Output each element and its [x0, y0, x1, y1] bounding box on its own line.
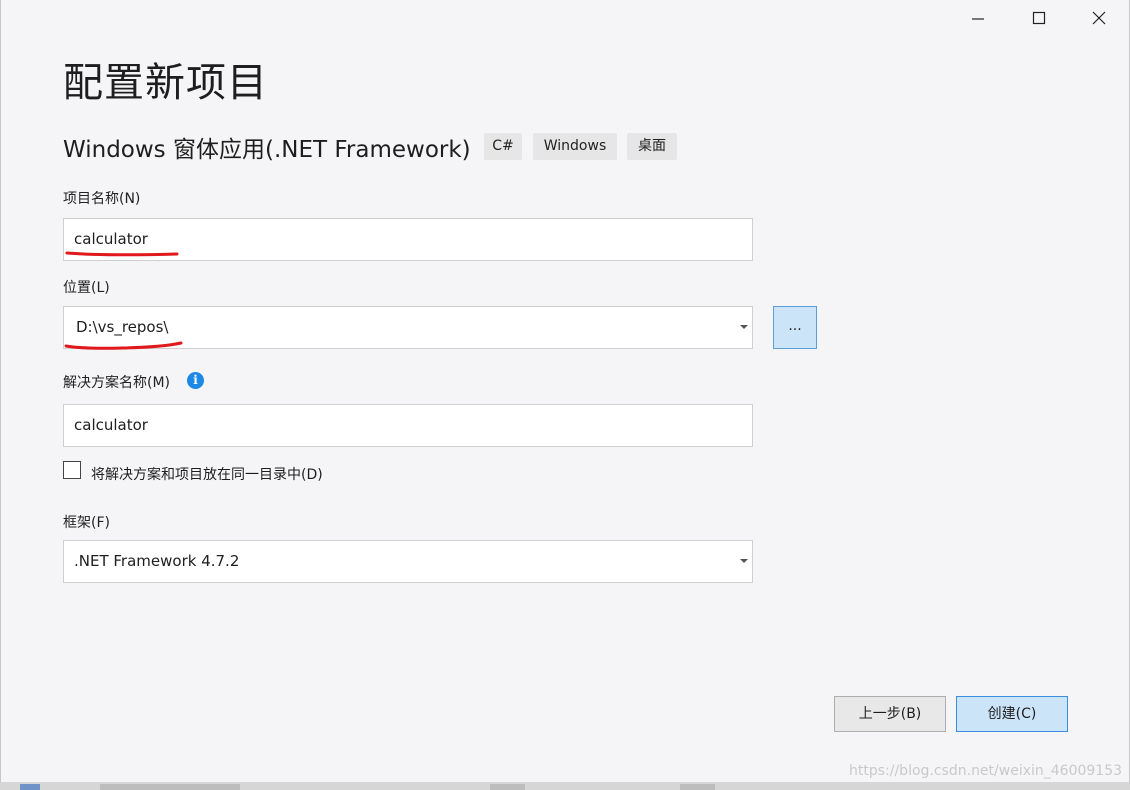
- project-name-value: calculator: [74, 230, 148, 248]
- chevron-down-icon[interactable]: [740, 559, 748, 563]
- same-dir-checkbox-label[interactable]: 将解决方案和项目放在同一目录中(D): [91, 464, 323, 484]
- project-name-input[interactable]: calculator: [63, 218, 753, 261]
- browse-button[interactable]: ...: [773, 306, 817, 349]
- solution-name-input[interactable]: calculator: [63, 404, 753, 447]
- close-icon: [1092, 11, 1106, 25]
- create-button[interactable]: 创建(C): [956, 696, 1068, 732]
- framework-dropdown[interactable]: .NET Framework 4.7.2: [63, 540, 753, 583]
- new-project-dialog: 配置新项目 Windows 窗体应用(.NET Framework) C# Wi…: [0, 0, 1130, 782]
- location-label: 位置(L): [63, 280, 110, 296]
- maximize-icon: [1032, 11, 1046, 25]
- minimize-button[interactable]: [949, 0, 1007, 36]
- watermark: https://blog.csdn.net/weixin_46009153: [849, 763, 1123, 779]
- template-name: Windows 窗体应用(.NET Framework): [63, 137, 471, 163]
- project-name-label: 项目名称(N): [63, 191, 141, 207]
- close-button[interactable]: [1070, 0, 1128, 36]
- location-combobox[interactable]: D:\vs_repos\: [63, 306, 753, 349]
- location-value: D:\vs_repos\: [76, 318, 169, 336]
- framework-label: 框架(F): [63, 515, 110, 531]
- solution-name-label: 解决方案名称(M): [63, 375, 171, 391]
- taskbar-strip: [0, 782, 1130, 790]
- back-button[interactable]: 上一步(B): [834, 696, 946, 732]
- tag-language: C#: [484, 133, 522, 160]
- page-title: 配置新项目: [63, 60, 268, 106]
- chevron-down-icon[interactable]: [740, 325, 748, 329]
- minimize-icon: [972, 18, 984, 20]
- framework-value: .NET Framework 4.7.2: [74, 552, 240, 570]
- same-dir-checkbox[interactable]: [63, 461, 81, 479]
- solution-name-value: calculator: [74, 416, 148, 434]
- tag-platform: Windows: [533, 133, 617, 160]
- maximize-button[interactable]: [1010, 0, 1068, 36]
- tag-project-type: 桌面: [627, 133, 677, 160]
- info-icon[interactable]: i: [187, 372, 204, 389]
